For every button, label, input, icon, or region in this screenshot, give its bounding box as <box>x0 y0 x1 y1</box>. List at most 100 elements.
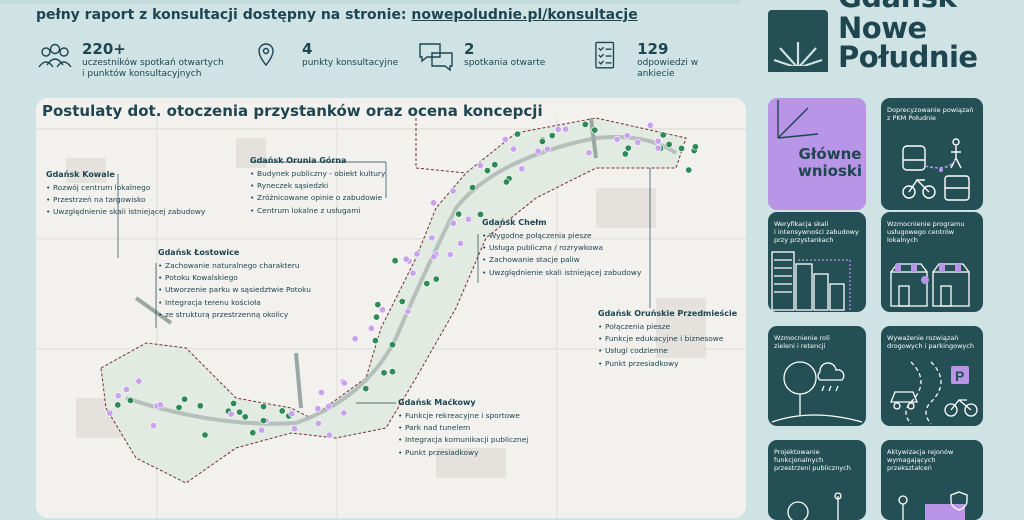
consultation-point-marker <box>288 410 296 418</box>
checklist-icon <box>595 41 615 69</box>
consultation-point-marker <box>621 150 629 158</box>
stat-label: spotkania otwarte <box>464 58 546 68</box>
consultation-point-marker <box>534 147 542 155</box>
consultation-point-marker <box>114 401 122 409</box>
consultation-point-marker <box>227 410 235 418</box>
consultation-point-marker <box>513 130 521 138</box>
conclusion-card-public-spaces: Projektowanie funkcjonalnych przestrzeni p… <box>768 440 866 520</box>
stat-label: odpowiedzi w ankiecie <box>637 58 699 79</box>
consultation-point-marker <box>538 137 546 145</box>
public-space-icon <box>787 492 842 520</box>
stat-survey: 129 odpowiedzi w ankiecie <box>592 40 736 80</box>
consultation-point-marker <box>449 187 457 195</box>
stat-label: punkty konsultacyjne <box>302 58 399 68</box>
main-label-line: wnioski <box>797 162 863 180</box>
consultation-point-marker <box>659 131 667 139</box>
stat-value: 220+ <box>82 40 126 58</box>
main-conclusions-card: Główne wnioski <box>768 98 866 210</box>
consultation-point-marker <box>196 402 204 410</box>
district-item: Zachowanie stacje paliw <box>482 254 641 266</box>
consultation-point-marker <box>501 135 509 143</box>
consultation-point-marker <box>106 409 114 417</box>
report-link[interactable]: nowepoludnie.pl/konsultacje <box>411 7 637 23</box>
buildings-icon <box>771 251 851 311</box>
district-item: Uwzględnienie skali istniejącej zabudowy <box>46 206 205 218</box>
district-item: Integracja komunikacji publicznej <box>398 434 528 446</box>
consultation-point-marker <box>449 219 457 227</box>
consultation-point-marker <box>404 308 412 316</box>
consultation-point-marker <box>398 298 406 306</box>
district-lostowice: Gdańsk Łostowice Zachowanie naturalnego … <box>158 248 311 321</box>
conclusion-card-pkm: Doprecyzowanie powiązań z PKM Południe <box>881 98 983 210</box>
consultation-point-marker <box>123 385 131 393</box>
stat-value: 129 <box>637 40 669 58</box>
consultation-point-marker <box>314 405 322 413</box>
svg-text:P: P <box>955 368 964 384</box>
consultation-point-marker <box>278 407 286 415</box>
consultation-point-marker <box>409 269 417 277</box>
consultation-point-marker <box>175 403 183 411</box>
conclusion-card-services: Wzmocnienie programu usługowego centrów lo… <box>881 212 983 312</box>
stat-participants: 220+ uczestników spotkań otwartych i pun… <box>36 40 224 80</box>
consultation-point-marker <box>691 143 699 151</box>
consultation-map-panel: Postulaty dot. otoczenia przystanków ora… <box>36 98 746 518</box>
district-name: Gdańsk Oruńskie Przedmieście <box>598 309 738 318</box>
consultation-point-marker <box>430 253 438 261</box>
consultation-point-marker <box>562 125 570 133</box>
district-mackowy: Gdańsk Maćkowy Funkcje rekreacyjne i spo… <box>398 398 528 459</box>
consultation-point-marker <box>314 420 322 428</box>
consultation-point-marker <box>371 337 379 345</box>
consultation-point-marker <box>483 167 491 175</box>
consultation-point-marker <box>624 144 632 152</box>
district-item: Wygodne połączenia piesze <box>482 230 641 242</box>
consultation-point-marker <box>402 255 410 263</box>
district-item: Budynek publiczny - obiekt kultury <box>250 168 385 180</box>
consultation-point-marker <box>548 132 556 140</box>
consultation-point-marker <box>430 199 438 207</box>
consultation-point-marker <box>388 368 396 376</box>
stat-label: i punktów konsultacyjnych <box>82 69 202 79</box>
stat-value: 4 <box>302 40 313 58</box>
consultation-point-marker <box>665 140 673 148</box>
consultation-point-marker <box>181 395 189 403</box>
consultation-point-marker <box>634 138 642 146</box>
district-item: Integracja terenu kościoła <box>158 297 311 309</box>
district-kowale: Gdańsk Kowale Rozwój centrum lokalnego P… <box>46 170 205 219</box>
consultation-point-marker <box>150 422 158 430</box>
district-item: Potoku Kowalskiego <box>158 272 311 284</box>
logo-line: Nowe <box>838 11 927 45</box>
conclusion-title: Wzmocnienie roli zieleni i retencji <box>774 334 830 350</box>
district-item: Połączenia piesze <box>598 321 737 333</box>
main-label-line: Główne <box>798 145 862 163</box>
district-item: Zróżnicowane opinie o zabudowie <box>250 192 385 204</box>
consultation-point-marker <box>476 210 484 218</box>
consultation-point-marker <box>476 161 484 169</box>
conclusion-title: Aktywizacja rejonów wymagających przekszta… <box>887 448 954 472</box>
conclusion-card-activation: Aktywizacja rejonów wymagających przekszta… <box>881 440 983 520</box>
conclusion-title: Projektowanie funkcjonalnych przestrzeni p… <box>774 448 851 472</box>
consultation-point-marker <box>423 280 431 288</box>
main-conclusions-label: Główne wnioski <box>790 146 866 180</box>
conclusion-title: Doprecyzowanie powiązań z PKM Południe <box>887 106 974 122</box>
district-name: Gdańsk Maćkowy <box>398 398 476 407</box>
consultation-point-marker <box>591 126 599 134</box>
consultation-point-marker <box>135 377 143 385</box>
consultation-point-marker <box>413 250 421 258</box>
conclusion-title: Wyważenie rozwiązań drogowych i parkingow… <box>887 334 974 350</box>
location-pin-icon <box>258 43 274 67</box>
district-item: Usługa publiczna / rozrywkowa <box>482 242 641 254</box>
consultation-point-marker <box>623 132 631 140</box>
conclusion-title: Weryfikacja skali i intensywności zabudow… <box>774 220 859 244</box>
district-name: Gdańsk Łostowice <box>158 248 240 257</box>
consultation-point-marker <box>518 165 526 173</box>
consultation-point-marker <box>491 161 499 169</box>
consultation-point-marker <box>543 145 551 153</box>
consultation-point-marker <box>378 306 386 314</box>
conclusion-card-greenery: Wzmocnienie roli zieleni i retencji <box>768 326 866 426</box>
district-orunskie-przedmiescie: Gdańsk Oruńskie Przedmieście Połączenia … <box>598 309 737 370</box>
conclusion-card-scale: Weryfikacja skali i intensywności zabudow… <box>768 212 866 312</box>
logo-line: Południe <box>838 40 978 74</box>
district-chelm: Gdańsk Chełm Wygodne połączenia piesze U… <box>482 218 641 279</box>
consultation-point-marker <box>509 145 517 153</box>
consultation-point-marker <box>654 137 662 145</box>
